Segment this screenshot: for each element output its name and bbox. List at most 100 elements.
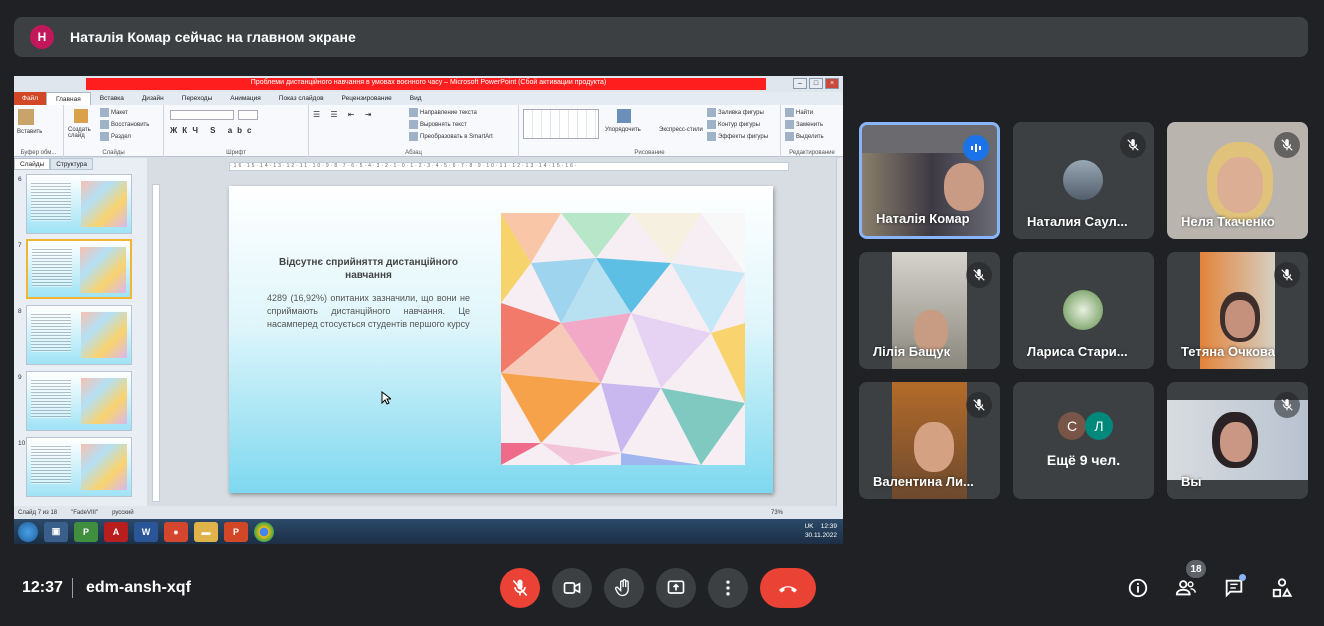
layout-label: Макет [111,110,128,117]
mic-off-icon [966,262,992,288]
raise-hand-button[interactable] [604,568,644,608]
thumb-number: 9 [18,374,22,381]
participant-tile[interactable]: Валентина Ли... [859,382,1000,499]
more-options-button[interactable] [708,568,748,608]
camera-icon [563,582,581,594]
vertical-ruler [152,184,160,502]
presenting-text: Наталія Комар сейчас на главном экране [70,29,356,45]
participant-name: Лариса Стари... [1027,344,1128,359]
find-label: Найти [796,110,814,117]
mic-off-icon [1120,132,1146,158]
tab-file: Файл [14,92,46,105]
ppt-ribbon-tabs: Файл Главная Вставка Дизайн Переходы Ани… [14,92,843,105]
smartart-label: Преобразовать в SmartArt [420,134,493,141]
vertical-scrollbar [836,158,843,506]
end-call-icon [779,586,797,593]
minimize-icon: – [793,78,807,89]
activities-button[interactable] [1270,576,1294,600]
camera-toggle-button[interactable] [552,568,592,608]
system-tray: UK 12:39 30.11.2022 [804,522,837,540]
present-icon [667,580,685,594]
people-button[interactable] [1174,576,1198,600]
clipboard-group: Вставить Буфер обм... [14,105,64,157]
slide-body: 4289 (16,92%) опитаних зазначили, що вон… [267,293,470,329]
slide-thumbnail [26,371,132,431]
slide-thumbnail [26,437,132,497]
editing-group-label: Редактирование [789,150,835,156]
tab-slideshow: Показ слайдов [278,95,324,102]
leave-call-button[interactable] [760,568,816,608]
clipboard-label: Буфер обм... [20,150,57,156]
shared-screen[interactable]: Проблеми дистанційного навчання в умовах… [14,76,843,544]
slide-thumbnail [26,305,132,365]
mic-off-icon [1274,262,1300,288]
participant-tile[interactable]: Наталія Комар [859,122,1000,239]
thumb-number: 7 [18,242,22,249]
create-slide-label: Создать слайд [68,127,91,139]
slides-panel: Слайды Структура 6 7 8 9 10 [14,158,147,506]
tab-insert: Вставка [99,95,124,102]
mic-toggle-button[interactable] [500,568,540,608]
shape-effects-label: Эффекты фигуры [718,134,769,141]
mouse-cursor-icon [381,391,391,405]
tab-transitions: Переходы [181,95,213,102]
editing-group: Найти Заменить Выделить Редактирование [781,105,843,157]
shape-fill-label: Заливка фигуры [718,110,764,117]
select-label: Выделить [796,134,824,141]
meeting-info-button[interactable] [1126,576,1150,600]
save-icon: ▣ [44,521,68,542]
paragraph-group: ☰ ☰ ⇤ ⇥ Направление текста Выровнять тек… [309,105,519,157]
slides-group: Создать слайд Макет Восстановить Раздел … [64,105,164,157]
zoom-level: 73% [770,509,783,516]
publisher-icon: P [74,521,98,542]
tab-animation: Анимация [230,95,261,102]
powerpoint-icon: P [224,521,248,542]
browser-icon: ● [164,521,188,542]
tray-time: 12:39 [820,523,837,530]
horizontal-ruler: ·16·15·14·13·12·11·10·9·8·7·6·5·4·3·2·1·… [229,162,789,171]
participant-name: Наталия Саул... [1027,214,1128,229]
font-group: ЖКЧ S abc Шрифт [164,105,309,157]
font-group-label: Шрифт [226,150,246,156]
tab-outline: Структура [50,158,94,170]
quick-styles-label: Экспресс-стили [659,127,703,133]
activities-icon [1272,578,1293,598]
more-icon [726,580,730,596]
mic-off-icon [512,579,528,597]
avatar: С [1058,412,1086,440]
tab-design: Дизайн [141,95,164,102]
ppt-ribbon: Вставить Буфер обм... Создать слайд Маке… [14,105,843,157]
participant-tile[interactable]: Лариса Стари... [1013,252,1154,369]
participant-tile[interactable]: Лілія Бащук [859,252,1000,369]
shape-outline-label: Контур фигуры [718,122,760,129]
participant-tile[interactable]: Тетяна Очкова [1167,252,1308,369]
close-icon: × [825,78,839,89]
maximize-icon: □ [809,78,823,89]
tab-view: Вид [409,95,422,102]
ppt-status-bar: Слайд 7 из 18 "FadeVIII" русский 73% [14,506,843,519]
current-slide: Відсутнє сприйняття дистанційного навчан… [229,186,773,493]
paragraph-group-label: Абзац [405,150,422,156]
participant-name: Вы [1181,474,1202,489]
slide-heading: Відсутнє сприйняття дистанційного навчан… [279,257,458,281]
meeting-clock: 12:37 [22,579,63,596]
participant-name: Наталія Комар [876,211,970,226]
people-count-badge: 18 [1186,560,1206,578]
drawing-group: Упорядочить Экспресс-стили Заливка фигур… [519,105,781,157]
info-icon [1128,578,1148,598]
more-participants-label: Ещё 9 чел. [1046,452,1121,468]
participant-tile[interactable]: Наталия Саул... [1013,122,1154,239]
participant-tile[interactable]: Неля Ткаченко [1167,122,1308,239]
mic-off-icon [1274,132,1300,158]
slide-polygon-image [501,213,745,465]
tray-lang: UK [804,523,814,530]
self-tile[interactable]: Вы [1167,382,1308,499]
reset-label: Восстановить [111,122,150,129]
present-screen-button[interactable] [656,568,696,608]
people-icon [1175,580,1196,596]
more-participants-tile[interactable]: С Л Ещё 9 чел. [1013,382,1154,499]
participant-name: Валентина Ли... [873,474,974,489]
start-icon [18,521,38,542]
theme-name: "FadeVIII" [71,509,99,516]
drawing-group-label: Рисование [634,150,665,156]
